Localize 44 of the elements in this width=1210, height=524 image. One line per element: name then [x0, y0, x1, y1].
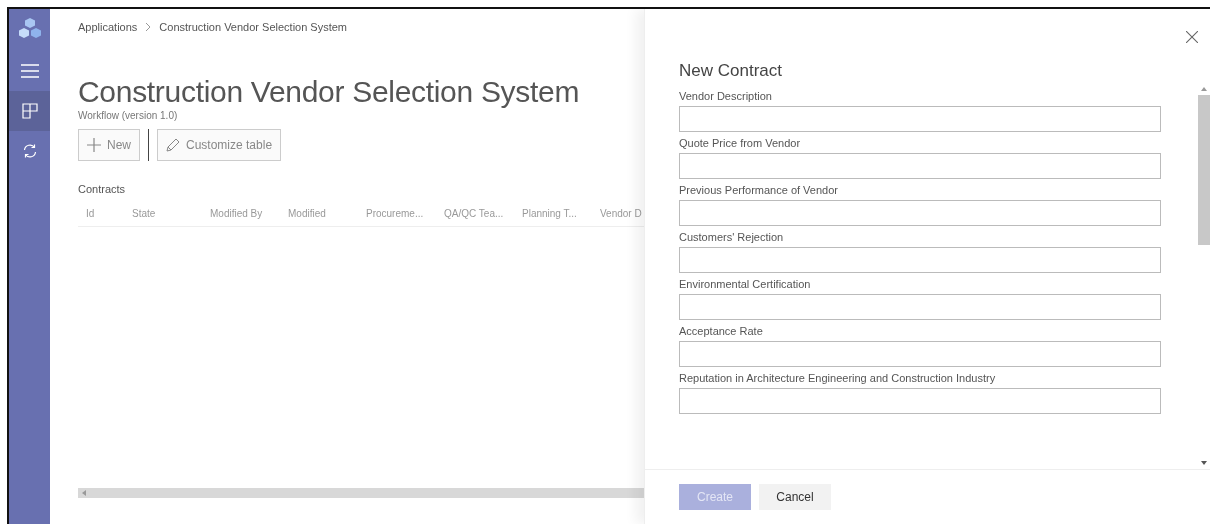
input-field[interactable] — [679, 106, 1161, 132]
close-icon[interactable] — [1186, 31, 1198, 43]
page-subtitle: Workflow (version 1.0) — [78, 110, 179, 121]
scroll-left-icon — [82, 490, 86, 496]
field-label: Environmental Certification — [679, 277, 812, 292]
field-label: Quote Price from Vendor — [679, 136, 802, 151]
field-label: Previous Performance of Vendor — [679, 183, 839, 198]
column-header[interactable]: Id — [86, 208, 132, 219]
chevron-icon — [145, 22, 152, 32]
field-label: Acceptance Rate — [679, 324, 764, 339]
page-title: Construction Vendor Selection System — [78, 75, 581, 109]
refresh-icon — [21, 143, 38, 159]
input-field[interactable] — [679, 153, 1161, 179]
input-field[interactable] — [679, 388, 1161, 414]
field-label: Customers' Rejection — [679, 230, 785, 245]
sidebar-item[interactable] — [9, 91, 50, 131]
scroll-down-icon — [1201, 461, 1207, 465]
column-header[interactable]: Modified By — [210, 208, 288, 219]
cancel-button[interactable]: Cancel — [759, 484, 831, 510]
field-label: Reputation in Architecture Engineering and Construction Industry — [679, 371, 997, 386]
breadcrumb-link[interactable]: Applications — [78, 21, 138, 33]
column-header[interactable]: State — [132, 208, 210, 219]
input-field[interactable] — [679, 247, 1161, 273]
pencil-icon — [166, 138, 180, 152]
input-field[interactable] — [679, 200, 1161, 226]
table-title: Contracts — [78, 183, 127, 195]
grid-icon — [21, 103, 38, 119]
column-header[interactable]: QA/QC Tea... — [444, 208, 522, 219]
input-field[interactable] — [679, 294, 1161, 320]
panel-title: New Contract — [679, 61, 783, 81]
input-field[interactable] — [679, 341, 1161, 367]
customize-button[interactable]: Customize table — [157, 129, 282, 161]
horizontal-scrollbar[interactable] — [78, 488, 644, 498]
plus-icon — [87, 138, 101, 152]
breadcrumb-link[interactable]: Construction Vendor Selection System — [159, 21, 348, 33]
column-header[interactable]: Vendor D — [600, 208, 660, 219]
new-button[interactable]: New — [78, 129, 140, 161]
column-header[interactable]: Planning T... — [522, 208, 600, 219]
column-header[interactable]: Modified — [288, 208, 366, 219]
menu-icon — [20, 64, 39, 78]
cubes-logo-icon — [17, 17, 42, 39]
column-header[interactable]: Procureme... — [366, 208, 444, 219]
field-label: Vendor Description — [679, 89, 773, 104]
scroll-up-icon — [1201, 87, 1207, 91]
